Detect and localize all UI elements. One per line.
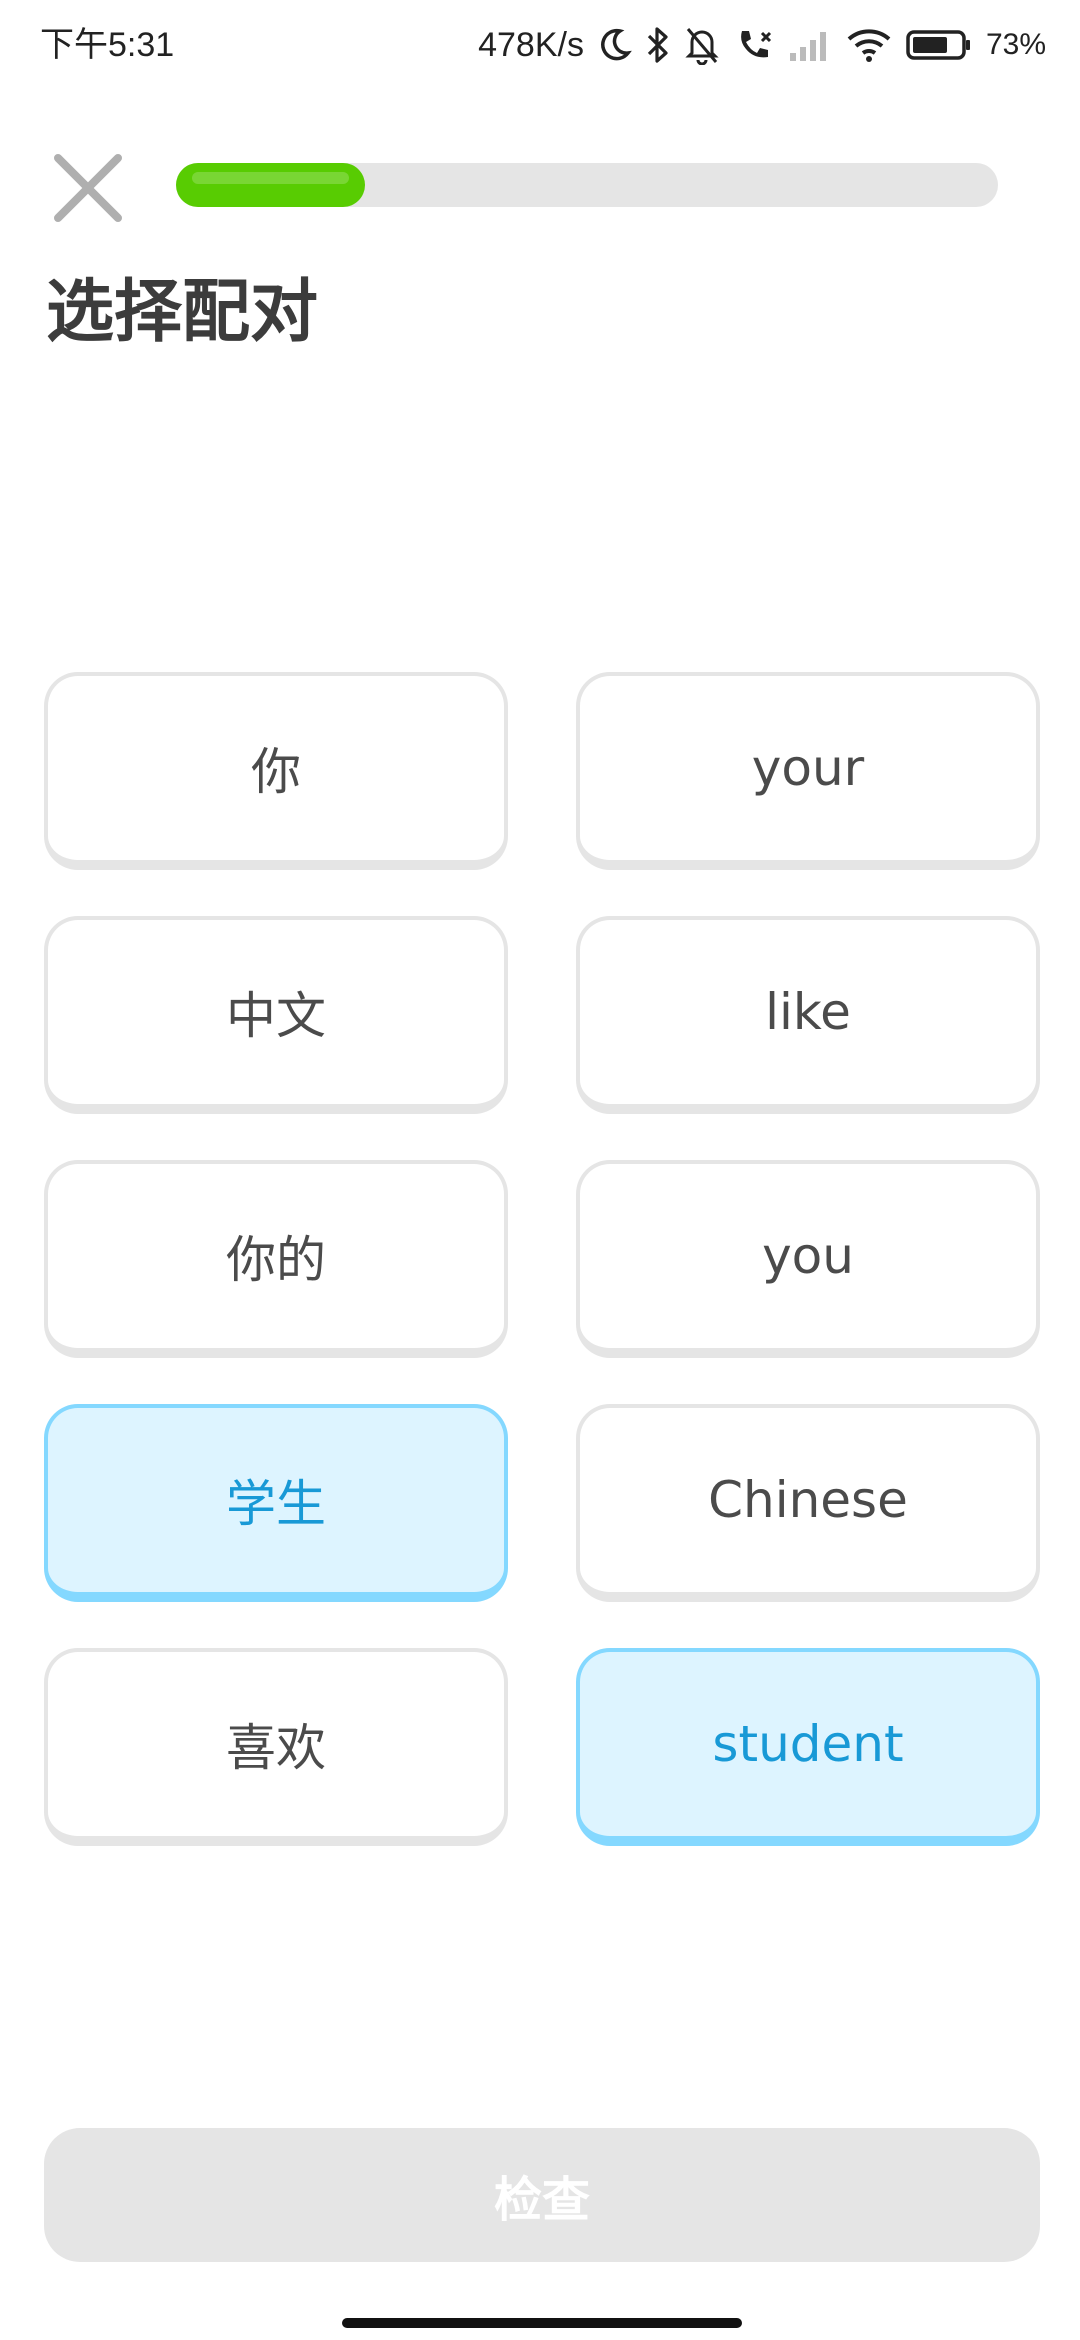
progress-fill	[176, 163, 365, 207]
match-tile-right-1[interactable]: your	[576, 672, 1040, 870]
close-button[interactable]	[48, 148, 128, 228]
match-tile-right-3[interactable]: you	[576, 1160, 1040, 1358]
status-icons: 478K/s 73%	[478, 22, 1046, 68]
match-tile-right-2[interactable]: like	[576, 916, 1040, 1114]
match-tile-left-5[interactable]: 喜欢	[44, 1648, 508, 1846]
match-tile-label: you	[762, 1227, 854, 1285]
progress-shine	[192, 172, 349, 184]
match-tile-label: student	[712, 1715, 904, 1773]
match-tile-right-5[interactable]: student	[576, 1648, 1040, 1846]
match-tile-label: 你	[251, 743, 301, 801]
match-tile-label: 你的	[226, 1231, 326, 1289]
bluetooth-icon	[646, 25, 670, 65]
match-tile-label: Chinese	[708, 1471, 908, 1529]
home-indicator[interactable]	[342, 2318, 742, 2328]
match-tile-label: 喜欢	[226, 1719, 326, 1777]
match-grid: 你 your 中文 like 你的 you 学生 Chinese 喜欢 stud…	[44, 672, 1040, 1846]
call-forward-icon	[734, 25, 774, 65]
match-tile-label: like	[765, 983, 851, 1041]
close-icon	[54, 154, 122, 222]
battery-icon	[906, 29, 972, 61]
check-button[interactable]: 检查	[44, 2128, 1040, 2262]
match-tile-left-1[interactable]: 你	[44, 672, 508, 870]
match-tile-right-4[interactable]: Chinese	[576, 1404, 1040, 1602]
net-speed: 478K/s	[478, 25, 584, 64]
bell-off-icon	[684, 25, 720, 65]
moon-icon	[598, 27, 632, 63]
status-time: 下午5:31	[40, 26, 175, 64]
match-tile-label: your	[751, 739, 865, 797]
match-tile-label: 学生	[226, 1475, 326, 1533]
lesson-progress-bar	[176, 163, 998, 207]
match-tile-left-3[interactable]: 你的	[44, 1160, 508, 1358]
signal-icon	[788, 27, 832, 63]
match-tile-left-2[interactable]: 中文	[44, 916, 508, 1114]
wifi-icon	[846, 27, 892, 63]
match-tile-label: 中文	[226, 987, 326, 1045]
battery-percent: 73%	[985, 28, 1046, 61]
match-tile-left-4[interactable]: 学生	[44, 1404, 508, 1602]
status-bar: 下午5:31 478K/s 73%	[0, 0, 1080, 90]
page-title: 选择配对	[46, 273, 319, 352]
